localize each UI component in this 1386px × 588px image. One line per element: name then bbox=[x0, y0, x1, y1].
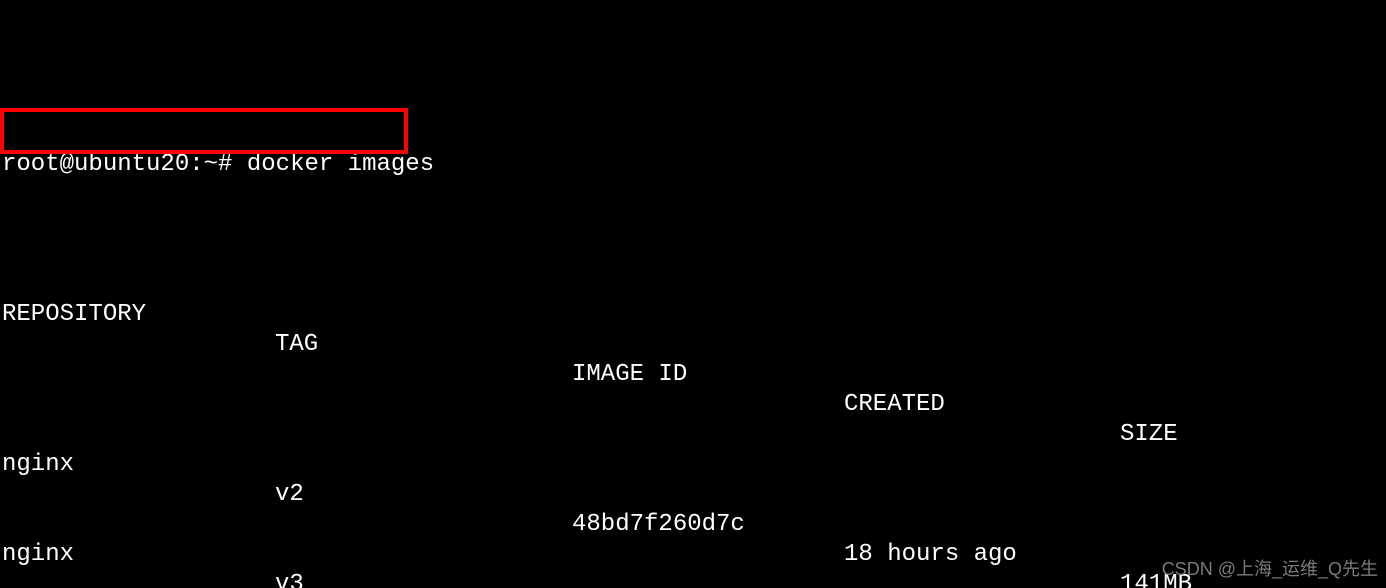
prompt-path: ~ bbox=[204, 151, 218, 178]
header-tag: TAG bbox=[275, 330, 318, 360]
terminal-output[interactable]: root@ubuntu20:~# docker images REPOSITOR… bbox=[0, 0, 1386, 588]
header-repository: REPOSITORY bbox=[2, 300, 146, 330]
table-row: nginx v2 48bd7f260d7c 18 hours ago 141MB bbox=[0, 420, 1386, 450]
header-created: CREATED bbox=[844, 390, 945, 420]
prompt-user-host: root@ubuntu20 bbox=[2, 151, 189, 178]
prompt-line: root@ubuntu20:~# docker images bbox=[0, 120, 1386, 150]
command-text: docker images bbox=[247, 151, 434, 178]
cell-repository: nginx bbox=[2, 540, 74, 570]
cell-created: 18 hours ago bbox=[844, 540, 1017, 570]
cell-tag: v2 bbox=[275, 480, 304, 510]
table-header-row: REPOSITORY TAG IMAGE ID CREATED SIZE bbox=[0, 270, 1386, 300]
table-row: nginx v3 48bd7f260d7c 18 hours ago 141MB bbox=[0, 510, 1386, 540]
watermark-text: CSDN @上海_运维_Q先生 bbox=[1162, 554, 1378, 584]
prompt-symbol: # bbox=[218, 151, 232, 178]
header-image-id: IMAGE ID bbox=[572, 360, 687, 390]
cell-repository: nginx bbox=[2, 450, 74, 480]
cell-tag: v3 bbox=[275, 570, 304, 588]
